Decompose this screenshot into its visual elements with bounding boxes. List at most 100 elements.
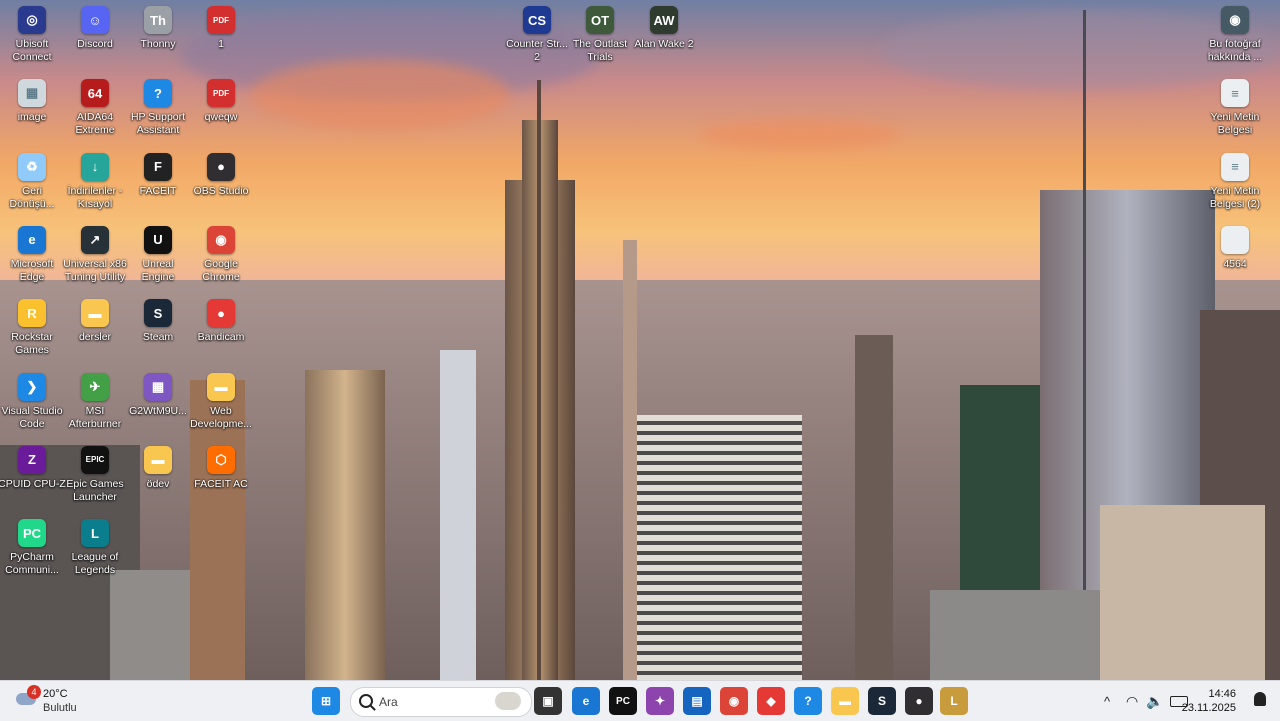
- desktop-icon-cpuid-cpu-z[interactable]: Z CPUID CPU-Z: [0, 442, 66, 512]
- alan-wake-icon: AW: [650, 6, 678, 34]
- taskbar-gem-app[interactable]: ◆: [757, 687, 785, 715]
- downloads-folder-icon: ↓: [81, 152, 109, 181]
- desktop-icon-thonny[interactable]: Th Thonny: [126, 2, 190, 72]
- desktop-icon-label: Yeni Metin Belgesi: [1210, 111, 1260, 137]
- desktop-icon-the-outlast-trials[interactable]: OT The Outlast Trials: [568, 2, 632, 72]
- taskbar-file-explorer[interactable]: ▬: [831, 687, 859, 715]
- desktop-icon-label: Google Chrome: [202, 257, 240, 283]
- desktop-icon-faceit[interactable]: F FACEIT: [126, 149, 190, 219]
- wallpaper-beige-tower: [305, 370, 385, 680]
- taskbar: 4 20°C Bulutlu ⊞ ▣ e PC ✦ ▤ ◉ ◆? ▬ S ● L Ara ^ ◠ 🔈 …: [0, 680, 1280, 721]
- taskbar-search[interactable]: Ara: [350, 687, 532, 717]
- pdf-icon: PDF: [207, 79, 235, 108]
- image-file-icon: ▦: [144, 372, 172, 401]
- desktop-icon-label: Alan Wake 2: [634, 38, 694, 50]
- desktop-icon-dersler[interactable]: ▬ dersler: [63, 295, 127, 365]
- wifi-icon[interactable]: ◠: [1126, 693, 1138, 710]
- weather-condition: Bulutlu: [43, 702, 77, 714]
- desktop-icon-g2wtm9u[interactable]: ▦ G2WtM9U...: [126, 369, 190, 439]
- desktop-icon-rockstar-games[interactable]: R Rockstar Games: [0, 295, 64, 365]
- desktop-icon-steam[interactable]: S Steam: [126, 295, 190, 365]
- volume-icon[interactable]: 🔈: [1146, 693, 1163, 710]
- wallpaper-white-tower: [440, 350, 476, 680]
- desktop-icon-odev[interactable]: ▬ ödev: [126, 442, 190, 512]
- desktop-icon-bandicam[interactable]: ● Bandicam: [189, 295, 253, 365]
- desktop-icon-file-4564[interactable]: 4564: [1203, 222, 1267, 292]
- weather-badge: 4: [27, 685, 41, 699]
- desktop-icon-league-of-legends[interactable]: L League of Legends: [63, 515, 127, 585]
- camera-info-icon: ◉: [1221, 6, 1249, 34]
- desktop-icon-google-chrome[interactable]: ◉ Google Chrome: [189, 222, 253, 292]
- desktop-icon-new-text-doc-2[interactable]: ≡ Yeni Metin Belgesi (2): [1203, 149, 1267, 219]
- taskbar-league[interactable]: L: [940, 687, 968, 715]
- notification-bell-icon[interactable]: [1254, 692, 1266, 706]
- desktop-icon-downloads[interactable]: ↓ İndirilenler - Kısayol: [63, 149, 127, 219]
- desktop-icon-discord[interactable]: ☺ Discord: [63, 2, 127, 72]
- taskbar-obs[interactable]: ●: [905, 687, 933, 715]
- weather-temp: 20°C: [43, 688, 68, 700]
- pdf-icon: PDF: [207, 6, 235, 34]
- help-icon: ?: [804, 694, 812, 708]
- desktop-icon-pdf-1[interactable]: PDF 1: [189, 2, 253, 72]
- gem-icon: ◆: [766, 694, 776, 708]
- desktop-icon-unreal-engine[interactable]: U Unreal Engine: [126, 222, 190, 292]
- taskbar-clock[interactable]: 14:46 23.11.2025: [1182, 687, 1236, 715]
- desktop-icon-label: qweqw: [204, 111, 238, 124]
- taskbar-chrome[interactable]: ◉: [720, 687, 748, 715]
- unreal-engine-icon: U: [144, 225, 172, 254]
- search-highlight-icon: [495, 692, 521, 710]
- discord-icon: ☺: [81, 6, 109, 34]
- desktop-icon-aida64[interactable]: 64 AIDA64 Extreme: [63, 75, 127, 145]
- copilot-icon: ✦: [654, 694, 666, 708]
- taskbar-task-view[interactable]: ▣: [534, 687, 562, 715]
- desktop-icon-universal-x86[interactable]: ↗ Universal x86 Tuning Utility: [63, 222, 127, 292]
- folder-icon: ▬: [144, 445, 172, 474]
- taskbar-steam[interactable]: S: [868, 687, 896, 715]
- desktop-icon-alan-wake-2[interactable]: AW Alan Wake 2: [632, 2, 696, 72]
- desktop-icon-label: League of Legends: [71, 551, 119, 577]
- desktop-icon-ubisoft-connect[interactable]: ◎ Ubisoft Connect: [0, 2, 64, 72]
- tray-chevron-icon[interactable]: ^: [1098, 694, 1116, 709]
- desktop-icon-msi-afterburner[interactable]: ✈ MSI Afterburner: [63, 369, 127, 439]
- desktop-icon-image[interactable]: ▦ image: [0, 75, 64, 145]
- desktop-icon-label: FACEIT AC: [194, 477, 248, 490]
- steam-icon: S: [877, 694, 886, 708]
- taskbar-store[interactable]: ▤: [683, 687, 711, 715]
- steam-icon: S: [144, 299, 172, 328]
- wallpaper-cloud: [250, 60, 510, 130]
- weather-widget[interactable]: 4 20°C Bulutlu: [10, 685, 120, 717]
- folder-icon: ▬: [81, 299, 109, 328]
- outlast-icon: OT: [586, 6, 614, 34]
- faceit-ac-icon: ⬡: [207, 445, 235, 474]
- desktop-icon-new-text-doc[interactable]: ≡ Yeni Metin Belgesi: [1203, 75, 1267, 145]
- vscode-icon: ❯: [18, 372, 46, 401]
- desktop-icon-recycle-bin[interactable]: ♻ Geri Dönüşü...: [0, 149, 64, 219]
- wallpaper-building: [855, 335, 893, 680]
- store-icon: ▤: [691, 694, 703, 708]
- desktop-icon-pycharm[interactable]: PC PyCharm Communi...: [0, 515, 64, 585]
- task-view-icon: ▣: [542, 694, 554, 708]
- taskbar-windows-start[interactable]: ⊞: [312, 687, 340, 715]
- taskbar-copilot[interactable]: ✦: [646, 687, 674, 715]
- desktop-icon-qweqw[interactable]: PDF qweqw: [189, 75, 253, 145]
- desktop-icon-counter-strike-2[interactable]: CS Counter Str... 2: [505, 2, 569, 72]
- taskbar-hp-support[interactable]: ?: [794, 687, 822, 715]
- thonny-icon: Th: [144, 6, 172, 34]
- desktop-icon-about-photo[interactable]: ◉ Bu fotoğraf hakkında ...: [1203, 2, 1267, 72]
- help-icon: ?: [144, 79, 172, 108]
- desktop-icon-faceit-ac[interactable]: ⬡ FACEIT AC: [189, 442, 253, 512]
- desktop-icon-epic-games[interactable]: EPIC Epic Games Launcher: [63, 442, 127, 512]
- desktop-icon-obs-studio[interactable]: ● OBS Studio: [189, 149, 253, 219]
- desktop-icon-web-development[interactable]: ▬ Web Developme...: [189, 369, 253, 439]
- taskbar-pycharm[interactable]: PC: [609, 687, 637, 715]
- clock-date: 23.11.2025: [1181, 702, 1236, 714]
- desktop-icon-vscode[interactable]: ❯ Visual Studio Code: [0, 369, 64, 439]
- chrome-icon: ◉: [728, 694, 740, 708]
- taskbar-edge[interactable]: e: [572, 687, 600, 715]
- aida64-icon: 64: [81, 79, 109, 108]
- desktop-icon-label: The Outlast Trials: [572, 38, 628, 63]
- wallpaper-distant-tower: [623, 240, 637, 680]
- obs-icon: ●: [207, 152, 235, 181]
- desktop-icon-hp-support[interactable]: ? HP Support Assistant: [126, 75, 190, 145]
- desktop-icon-microsoft-edge[interactable]: e Microsoft Edge: [0, 222, 64, 292]
